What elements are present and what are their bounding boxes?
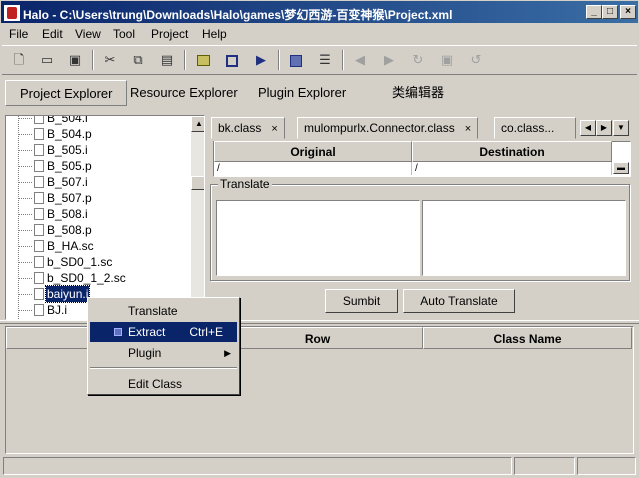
file-tab-co[interactable]: co.class... — [494, 117, 576, 139]
toolbar-separator — [184, 50, 186, 70]
extract-shortcut: Ctrl+E — [189, 325, 223, 339]
project-tree[interactable]: B_504.i B_504.p B_505.i B_505.p B_507.i … — [5, 115, 205, 320]
stop-icon[interactable]: ▣ — [436, 49, 458, 71]
file-icon — [34, 144, 44, 156]
submit-button[interactable]: Sumbit — [325, 289, 398, 313]
file-icon — [34, 128, 44, 140]
menu-item-translate[interactable]: Translate — [90, 301, 237, 321]
toolbar-separator — [92, 50, 94, 70]
menu-item-extract[interactable]: Extract Ctrl+E — [90, 322, 237, 342]
scroll-up-icon[interactable]: ▲ — [191, 116, 204, 132]
tree-item[interactable]: B_508.i — [6, 206, 186, 222]
tree-item[interactable]: B_508.p — [6, 222, 186, 238]
file-icon — [34, 176, 44, 188]
open-folder-icon[interactable]: ▭ — [36, 49, 58, 71]
file-icon — [34, 192, 44, 204]
copy-icon[interactable]: ⧉ — [127, 49, 149, 71]
run-icon[interactable]: ▶ — [250, 49, 272, 71]
tab-plugin-explorer[interactable]: Plugin Explorer — [244, 80, 360, 106]
file-tab-connector[interactable]: mulompurlx.Connector.class × — [297, 117, 479, 139]
submenu-arrow-icon: ▶ — [224, 348, 231, 358]
destination-text-area[interactable] — [422, 200, 626, 276]
status-bar-section — [514, 457, 575, 475]
status-bar-main — [3, 457, 512, 475]
column-original[interactable]: Original — [214, 141, 412, 162]
menu-edit[interactable]: Edit — [42, 26, 63, 42]
file-icon — [34, 304, 44, 316]
tab-list-icon[interactable]: ▼ — [613, 120, 629, 136]
close-tab-icon[interactable]: × — [465, 123, 471, 135]
menu-separator — [90, 367, 237, 369]
tree-item[interactable]: B_505.i — [6, 142, 186, 158]
file-icon — [34, 116, 44, 124]
forward-icon[interactable]: ▶ — [378, 49, 400, 71]
menu-item-plugin[interactable]: Plugin ▶ — [90, 343, 237, 363]
close-tab-icon[interactable]: × — [271, 123, 277, 135]
menu-file[interactable]: File — [9, 26, 28, 42]
maximize-button[interactable]: □ — [602, 5, 618, 19]
file-icon — [34, 224, 44, 236]
menu-view[interactable]: View — [75, 26, 101, 42]
tab-scroll-left-icon[interactable]: ◀ — [580, 120, 596, 136]
new-file-icon[interactable]: 🗋 — [8, 49, 30, 71]
menu-item-edit-class[interactable]: Edit Class — [90, 374, 237, 394]
image-icon[interactable] — [192, 49, 214, 71]
scroll-thumb[interactable] — [191, 176, 204, 190]
tree-item[interactable]: B_504.p — [6, 126, 186, 142]
status-bar-section — [577, 457, 636, 475]
paste-icon[interactable]: ▤ — [156, 49, 178, 71]
close-button[interactable]: × — [620, 5, 636, 19]
grid-cell[interactable]: / — [412, 162, 612, 175]
column-destination[interactable]: Destination — [412, 141, 612, 162]
grid-cell[interactable]: / — [214, 162, 412, 175]
toolbar-separator — [342, 50, 344, 70]
tree-item[interactable]: b_SD0_1.sc — [6, 254, 186, 270]
tree-item[interactable]: b_SD0_1_2.sc — [6, 270, 186, 286]
save-icon[interactable]: ▣ — [64, 49, 86, 71]
menu-help[interactable]: Help — [202, 26, 227, 42]
tree-scrollbar[interactable]: ▲ — [191, 116, 204, 319]
tree-item[interactable]: B_507.p — [6, 190, 186, 206]
original-text-area[interactable] — [216, 200, 420, 276]
file-icon — [34, 272, 44, 284]
minimize-button[interactable]: _ — [586, 5, 602, 19]
file-icon — [34, 160, 44, 172]
tab-project-explorer[interactable]: Project Explorer — [5, 80, 128, 106]
tree-item[interactable]: B_HA.sc — [6, 238, 186, 254]
context-menu: Translate Extract Ctrl+E Plugin ▶ Edit C… — [87, 297, 240, 395]
title-bar[interactable]: Halo - C:\Users\trung\Downloads\Halo\gam… — [0, 0, 639, 24]
file-icon — [34, 256, 44, 268]
tab-scroll-right-icon[interactable]: ▶ — [596, 120, 612, 136]
menu-tool[interactable]: Tool — [113, 26, 135, 42]
column-class-name[interactable]: Class Name — [423, 327, 632, 349]
undo-icon[interactable]: ↺ — [465, 49, 487, 71]
translate-group-label: Translate — [218, 177, 272, 191]
menu-project[interactable]: Project — [151, 26, 188, 42]
panel-icon[interactable]: ☰ — [314, 49, 336, 71]
tree-item[interactable]: B_507.i — [6, 174, 186, 190]
extract-icon — [114, 328, 122, 336]
back-icon[interactable]: ◀ — [349, 49, 371, 71]
toolbar-separator — [278, 50, 280, 70]
frame-icon[interactable] — [221, 49, 243, 71]
tab-class-editor[interactable]: 类编辑器 — [378, 80, 458, 106]
file-icon — [34, 288, 44, 300]
window-title: Halo - C:\Users\trung\Downloads\Halo\gam… — [23, 8, 453, 22]
file-icon — [34, 208, 44, 220]
component-icon[interactable] — [285, 49, 307, 71]
file-icon — [34, 240, 44, 252]
tree-item[interactable]: B_505.p — [6, 158, 186, 174]
column-row[interactable]: Row — [212, 327, 423, 349]
grid-scroll-icon[interactable]: ▬ — [613, 162, 629, 174]
file-tab-bk[interactable]: bk.class × — [211, 117, 285, 139]
auto-translate-button[interactable]: Auto Translate — [403, 289, 515, 313]
refresh-icon[interactable]: ↻ — [407, 49, 429, 71]
tab-resource-explorer[interactable]: Resource Explorer — [116, 80, 252, 106]
tree-item[interactable]: B_504.i — [6, 116, 186, 126]
app-icon — [4, 5, 20, 21]
cut-icon[interactable]: ✂ — [99, 49, 121, 71]
